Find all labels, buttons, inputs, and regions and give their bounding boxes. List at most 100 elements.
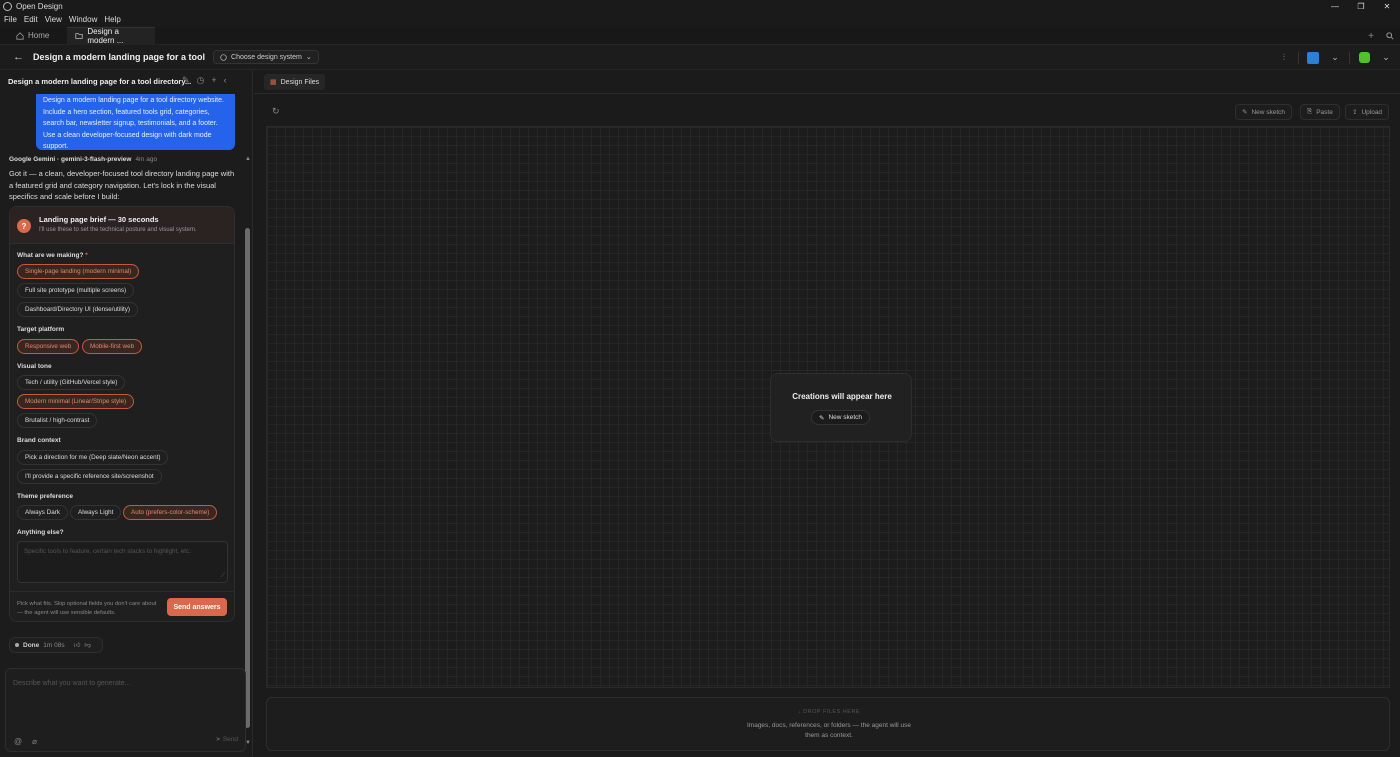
status-dot-icon (15, 643, 19, 647)
tab-home-label: Home (28, 31, 50, 40)
grid-icon: ▦ (270, 79, 277, 86)
scroll-thumb[interactable] (245, 228, 250, 728)
option-responsive-web[interactable]: Responsive web (17, 339, 80, 354)
window-title: Open Design (16, 1, 63, 11)
menu-window[interactable]: Window (69, 15, 97, 24)
app-logo-icon (3, 1, 12, 11)
new-sketch-button[interactable]: ✎ New sketch (1235, 104, 1293, 120)
option-always-light[interactable]: Always Light (70, 505, 122, 520)
question-icon: ? (17, 219, 31, 233)
form-hint: Pick what fits. Skip optional fields you… (17, 601, 157, 616)
header-tools: ⫶ ⌄ ⌄ (1276, 50, 1394, 65)
send-button[interactable]: ➤ Send (216, 735, 238, 743)
field-label-anything-else: Anything else? (17, 529, 64, 536)
upload-icon: ⇪ (1352, 109, 1358, 116)
form-header: ? Landing page brief — 30 seconds I'll u… (10, 207, 234, 244)
composer-placeholder: Describe what you want to generate... (13, 680, 131, 687)
option-modern-minimal[interactable]: Modern minimal (Linear/Stripe style) (17, 394, 135, 409)
user-avatar-button[interactable] (1356, 50, 1372, 65)
tab-project[interactable]: Design a modern ... (67, 26, 156, 45)
option-always-dark[interactable]: Always Dark (17, 505, 68, 520)
option-full-site[interactable]: Full site prototype (multiple screens) (17, 283, 135, 298)
agent-message: Got it — a clean, developer-focused tool… (9, 169, 235, 201)
add-icon[interactable]: + (211, 75, 216, 86)
status-duration: 1m 08s (43, 641, 65, 649)
option-tech-utility[interactable]: Tech / utility (GitHub/Vercel style) (17, 375, 126, 390)
tab-actions: + (1368, 27, 1394, 45)
design-system-selector[interactable]: Choose design system ⌄ (213, 50, 319, 64)
history-icon[interactable]: ◷ (197, 75, 205, 86)
tab-bar: Home Design a modern ... + (0, 26, 1400, 45)
close-icon[interactable]: ✕ (1374, 0, 1400, 12)
back-arrow-icon[interactable]: ← (13, 51, 24, 63)
search-icon[interactable] (1386, 32, 1394, 40)
paste-label: Paste (1316, 108, 1333, 116)
menu-view[interactable]: View (45, 15, 62, 24)
new-sketch-label: New sketch (1251, 108, 1286, 116)
paste-button[interactable]: ⎘ Paste (1300, 104, 1340, 120)
thumbs-up-icon[interactable]: 👍︎ (74, 641, 81, 649)
option-pick-direction[interactable]: Pick a direction for me (Deep slate/Neon… (17, 450, 169, 465)
status-bar: Done 1m 08s 👍︎ 👎︎ (9, 637, 103, 653)
upload-button[interactable]: ⇪ Upload (1345, 104, 1390, 120)
chat-title: Design a modern landing page for a tool … (8, 77, 192, 86)
option-dashboard[interactable]: Dashboard/Directory UI (dense/utility) (17, 302, 138, 317)
maximize-icon[interactable]: ❐ (1348, 0, 1374, 12)
refresh-icon[interactable]: ↻ (272, 106, 280, 117)
mention-icon[interactable]: @ (14, 737, 22, 746)
tab-home[interactable]: Home (8, 27, 57, 45)
empty-new-sketch-button[interactable]: ✎ New sketch (811, 410, 871, 425)
folder-icon (75, 32, 83, 40)
clipboard-icon: ⎘ (1307, 108, 1313, 115)
field-label-making: What are we making? * (17, 252, 88, 259)
send-answers-button[interactable]: Send answers (167, 598, 227, 616)
composer[interactable]: Describe what you want to generate... @ … (5, 668, 246, 752)
chat-scroll-area[interactable]: Design a modern landing page for a tool … (0, 94, 244, 664)
agent-time: 4m ago (135, 156, 158, 163)
menu-help[interactable]: Help (104, 15, 120, 24)
scroll-up-icon[interactable]: ▲ (245, 156, 251, 162)
brief-form: ? Landing page brief — 30 seconds I'll u… (9, 206, 235, 622)
anything-else-textarea[interactable]: Specific tools to feature, certain tech … (17, 541, 228, 583)
divider (1298, 51, 1299, 64)
chevron-down-icon[interactable]: ⌄ (1378, 50, 1394, 65)
textarea-placeholder: Specific tools to feature, certain tech … (24, 548, 191, 555)
drop-zone-text: Images, docs, references, or folders — t… (746, 722, 912, 739)
menu-bar: File Edit View Window Help (0, 12, 1400, 26)
thumbs-down-icon[interactable]: 👎︎ (84, 641, 91, 649)
upload-label: Upload (1361, 108, 1383, 116)
chevron-down-icon: ⌄ (305, 54, 312, 61)
agent-name: Google Gemini · gemini-3-flash-preview (9, 156, 132, 163)
option-brutalist[interactable]: Brutalist / high-contrast (17, 413, 98, 428)
empty-state-card: Creations will appear here ✎ New sketch (770, 373, 912, 442)
tab-design-files-label: Design Files (280, 78, 320, 86)
option-auto-theme[interactable]: Auto (prefers-color-scheme) (123, 505, 218, 520)
resize-handle-icon[interactable]: ⟋ (221, 573, 225, 580)
tab-project-label: Design a modern ... (87, 27, 124, 45)
option-reference-site[interactable]: I'll provide a specific reference site/s… (17, 469, 162, 484)
vscode-button[interactable] (1305, 50, 1321, 65)
avatar (1358, 52, 1370, 63)
option-single-page[interactable]: Single-page landing (modern minimal) (17, 264, 140, 279)
required-mark: * (85, 252, 88, 259)
form-footer: Pick what fits. Skip optional fields you… (10, 591, 234, 621)
chevron-down-icon[interactable]: ⌄ (1327, 50, 1343, 65)
menu-edit[interactable]: Edit (24, 15, 38, 24)
design-canvas[interactable]: Creations will appear here ✎ New sketch (266, 126, 1390, 688)
new-tab-icon[interactable]: + (1368, 31, 1374, 42)
user-message: Design a modern landing page for a tool … (36, 94, 235, 150)
design-panel: ▦ Design Files ↻ ✎ New sketch ⎘ Paste ⇪ Upl… (254, 70, 1400, 757)
minimize-icon[interactable]: — (1322, 0, 1348, 12)
divider (1349, 51, 1350, 64)
sliders-icon[interactable]: ⫶ (1276, 50, 1292, 65)
attach-icon[interactable]: ⌀ (32, 737, 37, 746)
chat-scrollbar[interactable]: ▲ ▼ (244, 156, 251, 746)
field-label-text: What are we making? (17, 252, 84, 259)
collapse-icon[interactable]: ‹ (224, 75, 227, 86)
title-bar: Open Design — ❐ ✕ (0, 0, 1400, 12)
drop-zone[interactable]: ↓ DROP FILES HERE Images, docs, referenc… (266, 697, 1390, 751)
tab-design-files[interactable]: ▦ Design Files (264, 74, 326, 90)
edit-icon[interactable]: ✎ (182, 75, 190, 86)
option-mobile-first[interactable]: Mobile-first web (82, 339, 143, 354)
menu-file[interactable]: File (4, 15, 17, 24)
